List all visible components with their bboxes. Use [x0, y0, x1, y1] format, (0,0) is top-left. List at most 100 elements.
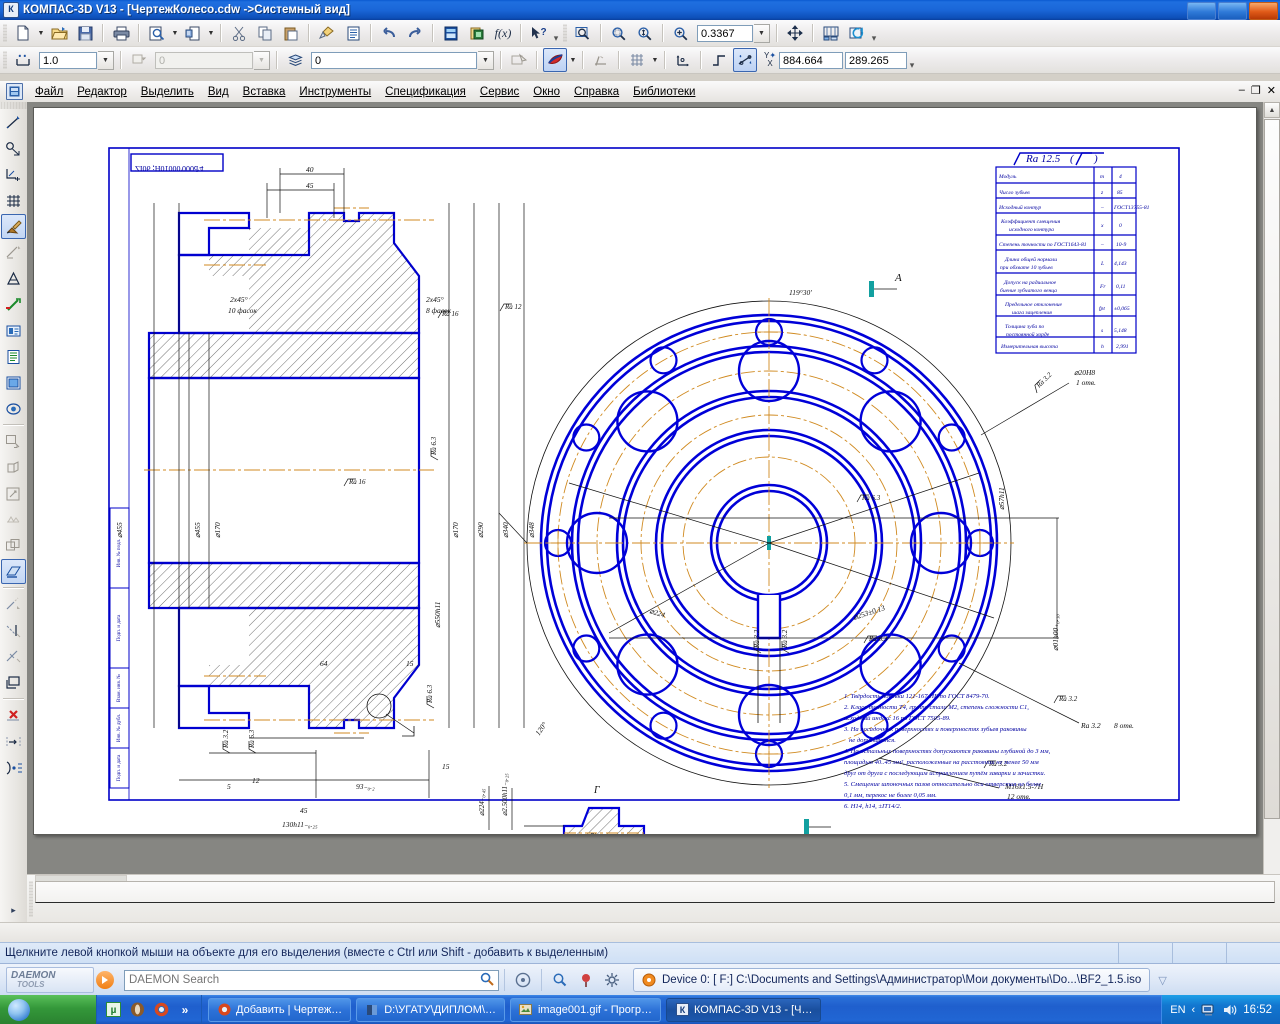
- start-button[interactable]: [0, 995, 97, 1024]
- window-controls[interactable]: [1187, 2, 1278, 20]
- pan-button[interactable]: [783, 21, 807, 45]
- menu-item-help[interactable]: Справка: [567, 84, 626, 100]
- sidebar-tool-delete-object[interactable]: [1, 703, 26, 728]
- mdi-close-button[interactable]: ✕: [1267, 84, 1276, 97]
- property-panel-field[interactable]: [35, 881, 1275, 903]
- sidebar-tool-split[interactable]: [1, 644, 26, 669]
- toolbar-grip[interactable]: [563, 24, 567, 42]
- scroll-up-button[interactable]: ▲: [1264, 102, 1280, 118]
- mdi-minimize-button[interactable]: –: [1239, 84, 1245, 97]
- orthogonal-mode-button[interactable]: [589, 48, 613, 72]
- task-image-viewer[interactable]: image001.gif - Прогр…: [509, 997, 661, 1022]
- variables-button[interactable]: f(x): [491, 21, 515, 45]
- current-scale-value[interactable]: 1.0: [39, 51, 97, 69]
- draw-order-button[interactable]: [819, 21, 843, 45]
- play-triangle-icon[interactable]: [96, 971, 114, 989]
- menu-item-service[interactable]: Сервис: [473, 84, 526, 100]
- menu-item-libraries[interactable]: Библиотеки: [626, 84, 702, 100]
- sidebar-tool-designations[interactable]: [1, 162, 26, 187]
- daemon-mount-icon[interactable]: [547, 968, 573, 992]
- property-panel-grip[interactable]: [29, 881, 33, 917]
- export-button[interactable]: [181, 21, 205, 45]
- sidebar-tool-spec[interactable]: [1, 318, 26, 343]
- zoom-scale-value[interactable]: 0.3367: [697, 24, 753, 42]
- properties-button[interactable]: [341, 21, 365, 45]
- menu-item-editor[interactable]: Редактор: [70, 84, 134, 100]
- manager-button[interactable]: [439, 21, 463, 45]
- open-document-button[interactable]: [47, 21, 71, 45]
- library-manager-button[interactable]: [465, 21, 489, 45]
- mdi-window-controls[interactable]: – ❐ ✕: [1239, 84, 1276, 97]
- layers-value[interactable]: 0: [311, 51, 477, 69]
- sidebar-tool-extend[interactable]: [1, 618, 26, 643]
- daemon-pin-icon[interactable]: [573, 968, 599, 992]
- vertical-scroll-thumb[interactable]: [1264, 119, 1280, 819]
- undo-button[interactable]: [377, 21, 401, 45]
- task-explorer[interactable]: D:\УГАТУ\ДИПЛОМ\…: [356, 997, 505, 1022]
- print-preview-button[interactable]: [145, 21, 169, 45]
- new-document-button[interactable]: [11, 21, 35, 45]
- document-icon[interactable]: [6, 83, 23, 100]
- current-scale-combo[interactable]: 1.0 ▼: [38, 50, 114, 70]
- menu-item-file[interactable]: Файл: [28, 84, 70, 100]
- state-toolbar-overflow-icon[interactable]: ▾: [908, 49, 916, 72]
- sidebar-tool-edit-geometry[interactable]: [1, 344, 26, 369]
- network-icon[interactable]: [1201, 1003, 1216, 1017]
- property-panel[interactable]: [27, 874, 1280, 923]
- menu-item-insert[interactable]: Вставка: [236, 84, 293, 100]
- task-chrome[interactable]: Добавить | Чертеж…: [208, 997, 352, 1022]
- sidebar-tool-parametrize-green[interactable]: [1, 292, 26, 317]
- zoom-prev-button[interactable]: [633, 21, 657, 45]
- layers-combo[interactable]: 0 ▼: [310, 50, 494, 70]
- views-button[interactable]: [127, 48, 151, 72]
- print-preview-dropdown-icon[interactable]: ▼: [170, 22, 180, 44]
- format-painter-button[interactable]: [315, 21, 339, 45]
- volume-icon[interactable]: [1222, 1003, 1237, 1017]
- views-combo[interactable]: 0 ▼: [154, 50, 270, 70]
- paste-button[interactable]: [279, 21, 303, 45]
- redo-button[interactable]: [403, 21, 427, 45]
- layers-button[interactable]: [283, 48, 307, 72]
- grid-button[interactable]: [625, 48, 649, 72]
- menu-item-specification[interactable]: Спецификация: [378, 84, 473, 100]
- sidebar-tool-align[interactable]: [1, 729, 26, 754]
- export-dropdown-icon[interactable]: ▼: [206, 22, 216, 44]
- refresh-view-button[interactable]: [845, 21, 869, 45]
- maximize-button[interactable]: [1218, 2, 1247, 20]
- zoom-fit-button[interactable]: [607, 21, 631, 45]
- toolbar-overflow-icon[interactable]: ▾: [552, 22, 560, 45]
- context-help-button[interactable]: ?: [527, 21, 551, 45]
- sidebar-tool-geometry[interactable]: [1, 110, 26, 135]
- daemon-search-box[interactable]: [124, 969, 499, 991]
- menu-item-select[interactable]: Выделить: [134, 84, 201, 100]
- save-document-button[interactable]: [73, 21, 97, 45]
- current-style-dropdown-icon[interactable]: ▼: [568, 49, 578, 71]
- sidebar-tool-annotations[interactable]: [1, 266, 26, 291]
- zoom-scale-dropdown-icon[interactable]: ▼: [754, 23, 770, 43]
- views-value[interactable]: 0: [155, 51, 253, 69]
- left-toolbar-grip[interactable]: [0, 102, 27, 109]
- sidebar-tool-equidistant[interactable]: [1, 755, 26, 780]
- current-style-button[interactable]: [543, 48, 567, 72]
- tray-expand-chevron-icon[interactable]: ‹: [1192, 1004, 1196, 1016]
- magnifier-icon[interactable]: [480, 972, 494, 989]
- sidebar-tool-parametrize[interactable]: [1, 240, 26, 265]
- sidebar-tool-associative-views[interactable]: [1, 429, 26, 454]
- vertical-scrollbar[interactable]: ▲ ▼: [1263, 102, 1280, 906]
- snap-points-button[interactable]: [11, 48, 35, 72]
- current-scale-dropdown-icon[interactable]: ▼: [98, 50, 114, 70]
- daemon-device-entry[interactable]: Device 0: [ F:] C:\Documents and Setting…: [633, 968, 1151, 992]
- local-coordinate-system-button[interactable]: [671, 48, 695, 72]
- grid-dropdown-icon[interactable]: ▼: [650, 49, 660, 71]
- sidebar-tool-break-view[interactable]: [1, 559, 26, 584]
- highlight-button[interactable]: [507, 48, 531, 72]
- chrome-icon[interactable]: [152, 1001, 170, 1019]
- taskbar-clock[interactable]: 16:52: [1243, 1004, 1272, 1016]
- task-kompas[interactable]: К КОМПАС-3D V13 - [Ч…: [666, 997, 822, 1022]
- sidebar-tool-standard-views[interactable]: [1, 455, 26, 480]
- views-dropdown-icon[interactable]: ▼: [254, 50, 270, 70]
- close-button[interactable]: [1249, 2, 1278, 20]
- layers-dropdown-icon[interactable]: ▼: [478, 50, 494, 70]
- utorrent-icon[interactable]: µ: [104, 1001, 122, 1019]
- new-document-dropdown-icon[interactable]: ▼: [36, 22, 46, 44]
